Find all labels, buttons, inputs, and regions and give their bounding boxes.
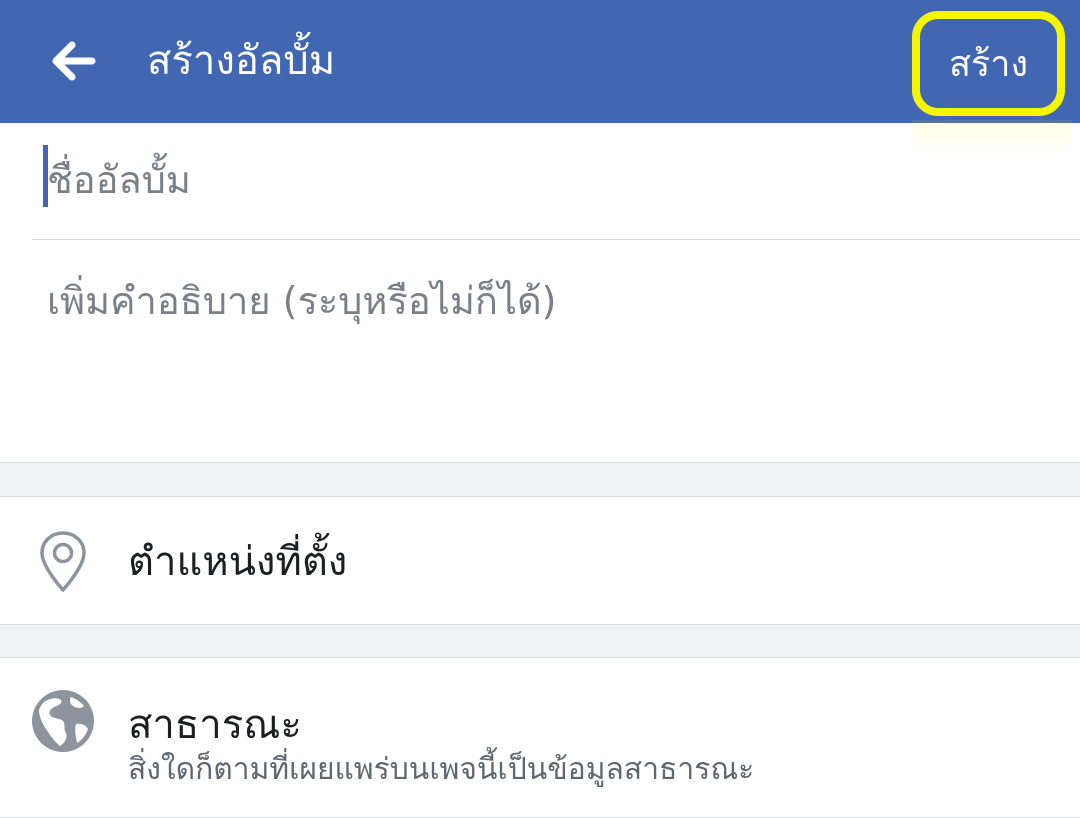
privacy-row[interactable]: สาธารณะ สิ่งใดก็ตามที่เผยแพร่บนเพจนี้เป็… [0, 658, 1080, 818]
privacy-subtitle: สิ่งใดก็ตามที่เผยแพร่บนเพจนี้เป็นข้อมูลส… [128, 752, 755, 787]
description-input[interactable]: เพิ่มคำอธิบาย (ระบุหรือไม่ก็ได้) [0, 240, 1080, 462]
globe-icon [32, 690, 94, 752]
section-divider [0, 462, 1080, 497]
arrow-left-icon [52, 41, 96, 81]
location-row[interactable]: ตำแหน่งที่ตั้ง [0, 497, 1080, 624]
section-divider [0, 624, 1080, 658]
description-placeholder: เพิ่มคำอธิบาย (ระบุหรือไม่ก็ได้) [47, 279, 557, 323]
page-title: สร้างอัลบั้ม [147, 38, 336, 84]
back-button[interactable] [40, 28, 106, 94]
location-label: ตำแหน่งที่ตั้ง [128, 539, 348, 585]
album-name-input[interactable]: ชื่ออัลบั้ม [32, 124, 1080, 240]
location-pin-icon [40, 531, 86, 592]
album-name-placeholder: ชื่ออัลบั้ม [47, 158, 191, 202]
create-button[interactable]: สร้าง [920, 19, 1057, 108]
